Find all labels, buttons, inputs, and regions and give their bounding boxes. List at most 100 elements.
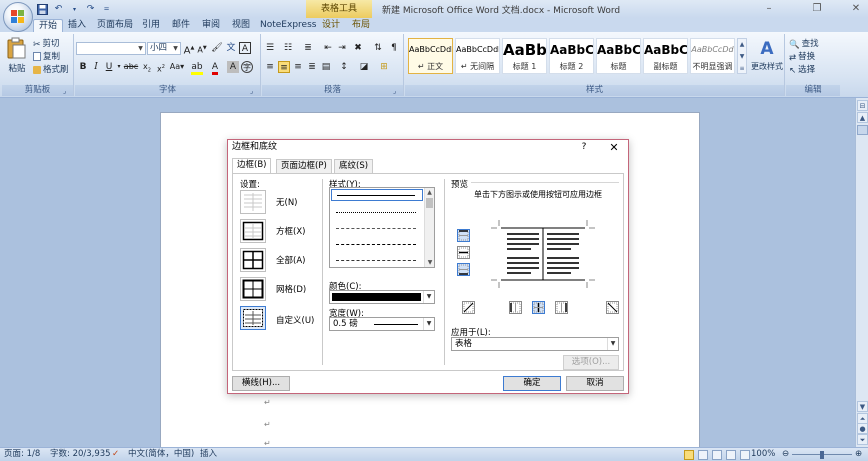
inside-horizontal-button[interactable] — [457, 246, 470, 259]
zoom-level[interactable]: 100% — [751, 448, 775, 461]
paragraph-launcher-icon[interactable]: ⌟ — [393, 87, 401, 95]
outline-view-icon[interactable] — [726, 450, 736, 460]
left-border-button[interactable] — [509, 301, 522, 314]
borders-icon[interactable]: ⊞ — [378, 61, 390, 73]
clipboard-launcher-icon[interactable]: ⌟ — [63, 87, 71, 95]
tab-page-layout[interactable]: 页面布局 — [97, 19, 133, 32]
dropdown-icon[interactable]: ▾ — [68, 3, 81, 16]
width-dropdown[interactable]: 0.5 磅 ▼ — [329, 317, 435, 331]
select-button[interactable]: ↖ 选择 — [789, 64, 815, 76]
full-screen-reading-icon[interactable] — [698, 450, 708, 460]
language[interactable]: 中文(简体，中国) — [128, 448, 194, 461]
tab-shading[interactable]: 底纹(S) — [334, 159, 374, 173]
tab-references[interactable]: 引用 — [142, 19, 160, 32]
redo-icon[interactable]: ↷ — [84, 3, 97, 16]
setting-grid-label[interactable]: 网格(D) — [276, 283, 306, 295]
scroll-up-icon[interactable]: ▲ — [425, 188, 434, 197]
copy-button[interactable]: 复制 — [33, 51, 60, 63]
char-shading-icon[interactable]: A — [227, 61, 239, 73]
setting-box-label[interactable]: 方框(X) — [276, 225, 305, 237]
font-name-combo[interactable]: ▼ — [76, 42, 146, 55]
style-heading-1[interactable]: AaBb 标题 1 — [502, 38, 547, 74]
paste-button[interactable]: 粘贴 — [5, 37, 29, 77]
customize-qat-icon[interactable]: = — [100, 3, 113, 16]
close-window-icon[interactable]: ✕ — [850, 3, 862, 15]
multilevel-list-icon[interactable]: ≣ — [302, 42, 314, 54]
line-style-solid[interactable] — [331, 189, 423, 201]
web-layout-icon[interactable] — [712, 450, 722, 460]
decrease-indent-icon[interactable]: ⇤ — [322, 42, 334, 54]
browse-object-icon[interactable]: ● — [857, 423, 868, 434]
justify-icon[interactable]: ≣ — [306, 61, 318, 73]
replace-button[interactable]: ⇄ 替换 — [789, 51, 815, 63]
shading-icon[interactable]: ◪ — [358, 61, 370, 73]
strikethrough-icon[interactable]: abc — [123, 61, 139, 73]
tab-view[interactable]: 视图 — [232, 19, 250, 32]
scroll-thumb[interactable] — [426, 198, 433, 208]
scroll-up-icon[interactable]: ▲ — [857, 112, 868, 123]
clear-format-icon[interactable]: 🖌 — [211, 42, 223, 54]
tab-home[interactable]: 开始 — [33, 19, 64, 32]
style-normal[interactable]: AaBbCcDdl ↵ 正文 — [408, 38, 453, 74]
font-size-combo[interactable]: 小四 ▼ — [147, 42, 181, 55]
scroll-down-icon[interactable]: ▼ — [857, 401, 868, 412]
diagonal-up-button[interactable] — [606, 301, 619, 314]
setting-custom-icon[interactable] — [240, 306, 266, 330]
horizontal-line-button[interactable]: 横线(H)... — [232, 376, 290, 391]
bullets-icon[interactable]: ☰ — [264, 42, 276, 54]
cut-button[interactable]: ✂ 剪切 — [33, 38, 60, 50]
setting-all-label[interactable]: 全部(A) — [276, 254, 305, 266]
undo-icon[interactable]: ↶ — [52, 3, 65, 16]
ruler-toggle-icon[interactable]: ⊟ — [857, 100, 868, 111]
help-icon[interactable]: ? — [578, 140, 590, 155]
page-count[interactable]: 页面: 1/8 — [4, 448, 40, 461]
border-preview[interactable] — [491, 218, 595, 290]
zoom-out-icon[interactable]: ⊖ — [782, 448, 789, 461]
tab-noteexpress[interactable]: NoteExpress — [260, 19, 316, 32]
save-icon[interactable] — [36, 3, 49, 16]
ok-button[interactable]: 确定 — [503, 376, 561, 391]
tab-page-border[interactable]: 页面边框(P) — [276, 159, 332, 173]
draft-view-icon[interactable] — [740, 450, 750, 460]
print-layout-icon[interactable] — [684, 450, 694, 460]
tab-mailings[interactable]: 邮件 — [172, 19, 190, 32]
italic-icon[interactable]: I — [90, 61, 102, 73]
office-button[interactable] — [3, 2, 33, 32]
word-count[interactable]: 字数: 20/3,935 — [50, 448, 111, 461]
restore-icon[interactable]: ❐ — [811, 3, 823, 15]
style-no-spacing[interactable]: AaBbCcDdl ↵ 无间隔 — [455, 38, 500, 74]
grow-font-icon[interactable]: A▲ — [183, 42, 195, 56]
next-page-icon[interactable]: ⏷ — [857, 434, 868, 445]
setting-grid-icon[interactable] — [240, 277, 266, 301]
tab-design[interactable]: 设计 — [322, 19, 340, 32]
line-style-dash-dot[interactable] — [336, 260, 416, 261]
distribute-icon[interactable]: ▤ — [320, 61, 332, 73]
find-button[interactable]: 🔍 查找 — [789, 38, 819, 50]
shrink-font-icon[interactable]: A▼ — [196, 42, 208, 55]
superscript-icon[interactable]: x2 — [155, 61, 167, 74]
line-spacing-icon[interactable]: ↕ — [338, 61, 350, 73]
line-style-list[interactable]: ▲ ▼ — [329, 187, 435, 268]
align-right-icon[interactable]: ≡ — [292, 61, 304, 73]
chinese-layout-icon[interactable]: ✖ — [352, 42, 364, 54]
tab-borders[interactable]: 边框(B) — [232, 158, 272, 173]
zoom-in-icon[interactable]: ⊕ — [855, 448, 862, 461]
inside-vertical-button[interactable] — [532, 301, 545, 314]
minimize-icon[interactable]: – — [763, 3, 775, 15]
increase-indent-icon[interactable]: ⇥ — [336, 42, 348, 54]
highlight-icon[interactable]: ab — [191, 61, 203, 75]
font-launcher-icon[interactable]: ⌟ — [250, 87, 258, 95]
cancel-button[interactable]: 取消 — [566, 376, 624, 391]
tab-insert[interactable]: 插入 — [68, 19, 86, 32]
styles-scroll[interactable]: ▲ ▼ ≡ — [737, 38, 747, 74]
setting-none-icon[interactable] — [240, 190, 266, 214]
setting-none-label[interactable]: 无(N) — [276, 196, 298, 208]
options-button[interactable]: 选项(O)... — [563, 355, 619, 370]
align-left-icon[interactable]: ≡ — [264, 61, 276, 73]
change-case-icon[interactable]: Aa▾ — [169, 61, 185, 73]
style-heading-2[interactable]: AaBbC 标题 2 — [549, 38, 594, 74]
bold-icon[interactable]: B — [77, 61, 89, 73]
line-style-dotted[interactable] — [336, 212, 416, 213]
style-title[interactable]: AaBbC 标题 — [596, 38, 641, 74]
apply-to-dropdown[interactable]: 表格 ▼ — [451, 337, 619, 351]
